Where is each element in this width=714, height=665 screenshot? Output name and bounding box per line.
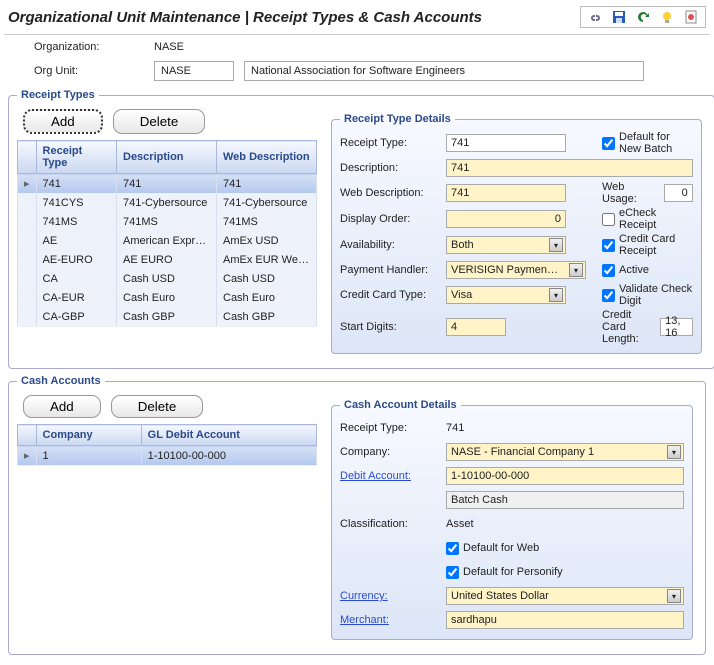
chevron-down-icon: ▾ (569, 263, 583, 277)
active-checkbox[interactable] (602, 264, 615, 277)
lbl-description: Description: (340, 162, 440, 174)
currency-select[interactable]: United States Dollar▾ (446, 587, 684, 605)
start-digits-field[interactable]: 4 (446, 318, 506, 336)
table-row[interactable]: 741MS741MS741MS (18, 213, 317, 232)
save-icon[interactable] (611, 9, 627, 25)
table-row[interactable]: CACash USDCash USD (18, 270, 317, 289)
default-new-batch-checkbox[interactable] (602, 137, 615, 150)
table-row[interactable]: CA-GBPCash GBPCash GBP (18, 308, 317, 327)
lbl-start-digits: Start Digits: (340, 321, 440, 333)
ca-company-select[interactable]: NASE - Financial Company 1▾ (446, 443, 684, 461)
cash-accounts-left: Add Delete Company GL Debit Account ▸11-… (17, 393, 317, 646)
col-gl-debit[interactable]: GL Debit Account (141, 425, 316, 446)
chevron-down-icon: ▾ (549, 238, 563, 252)
org-unit-name-input[interactable]: National Association for Software Engine… (244, 61, 644, 81)
lbl-web-description: Web Description: (340, 187, 440, 199)
batch-cash-field: Batch Cash (446, 491, 684, 509)
receipt-type-details-panel: Receipt Type Details Receipt Type: 741 D… (331, 113, 702, 354)
web-description-field[interactable]: 741 (446, 184, 566, 202)
title-bar: Organizational Unit Maintenance | Receip… (4, 4, 710, 35)
description-field[interactable]: 741 (446, 159, 693, 177)
receipt-types-grid[interactable]: Receipt Type Description Web Description… (17, 140, 317, 327)
cash-accounts-buttonbar: Add Delete (17, 393, 317, 424)
org-unit-label: Org Unit: (34, 65, 144, 77)
lbl-debit-account[interactable]: Debit Account: (340, 470, 440, 482)
payment-handler-select[interactable]: VERISIGN Payment Handle▾ (446, 261, 586, 279)
lbl-display-order: Display Order: (340, 213, 440, 225)
page-toolbar (580, 6, 706, 28)
page-title: Organizational Unit Maintenance | Receip… (8, 9, 482, 26)
table-row[interactable]: 741CYS741-Cybersource741-Cybersource (18, 194, 317, 213)
merchant-field[interactable]: sardhapu (446, 611, 684, 629)
receipt-types-left: Add Delete Receipt Type Description Web … (17, 107, 317, 360)
add-cash-account-button[interactable]: Add (23, 395, 101, 418)
table-row[interactable]: ▸11-10100-00-000 (18, 446, 317, 466)
organization-value: NASE (154, 41, 184, 53)
cash-account-details-panel: Cash Account Details Receipt Type: 741 C… (331, 399, 693, 640)
table-row[interactable]: AEAmerican ExpressAmEx USD (18, 232, 317, 251)
delete-cash-account-button[interactable]: Delete (111, 395, 204, 418)
lbl-web-usage: Web Usage: (602, 181, 660, 205)
receipt-type-details-legend: Receipt Type Details (340, 113, 455, 125)
receipt-types-buttonbar: Add Delete (17, 107, 317, 140)
web-usage-field[interactable]: 0 (664, 184, 693, 202)
credit-card-receipt-checkbox[interactable] (602, 239, 615, 252)
org-unit-row: Org Unit: NASE National Association for … (4, 55, 710, 83)
cash-accounts-panel: Cash Accounts Add Delete Company GL Debi… (8, 375, 706, 655)
col-company[interactable]: Company (36, 425, 141, 446)
cash-account-details-legend: Cash Account Details (340, 399, 461, 411)
lbl-credit-card-type: Credit Card Type: (340, 289, 440, 301)
classification-value: Asset (446, 518, 684, 530)
cash-accounts-grid[interactable]: Company GL Debit Account ▸11-10100-00-00… (17, 424, 317, 466)
table-row[interactable]: ▸741741741 (18, 174, 317, 194)
lbl-classification: Classification: (340, 518, 440, 530)
ca-receipt-type-value: 741 (446, 422, 684, 434)
table-row[interactable]: CA-EURCash EuroCash Euro (18, 289, 317, 308)
chevron-down-icon: ▾ (549, 288, 563, 302)
col-receipt-type[interactable]: Receipt Type (36, 141, 116, 174)
lightbulb-icon[interactable] (659, 9, 675, 25)
credit-card-type-select[interactable]: Visa▾ (446, 286, 566, 304)
organization-label: Organization: (34, 41, 144, 53)
debit-account-field[interactable]: 1-10100-00-000 (446, 467, 684, 485)
refresh-icon[interactable] (635, 9, 651, 25)
lbl-availability: Availability: (340, 239, 440, 251)
receipt-type-field[interactable]: 741 (446, 134, 566, 152)
cash-accounts-legend: Cash Accounts (17, 375, 105, 387)
table-row[interactable]: AE-EUROAE EUROAmEx EUR Web (V (18, 251, 317, 270)
lbl-ca-company: Company: (340, 446, 440, 458)
chevron-down-icon: ▾ (667, 445, 681, 459)
default-personify-checkbox[interactable] (446, 566, 459, 579)
availability-select[interactable]: Both▾ (446, 236, 566, 254)
chevron-down-icon: ▾ (667, 589, 681, 603)
default-web-checkbox[interactable] (446, 542, 459, 555)
lbl-currency[interactable]: Currency: (340, 590, 440, 602)
lbl-ca-receipt-type: Receipt Type: (340, 422, 440, 434)
link-icon[interactable] (587, 9, 603, 25)
organization-row: Organization: NASE (4, 35, 710, 55)
cc-length-field[interactable]: 13, 16 (660, 318, 693, 336)
org-unit-code-input[interactable]: NASE (154, 61, 234, 81)
display-order-field[interactable]: 0 (446, 210, 566, 228)
receipt-types-panel: Receipt Types Add Delete Receipt Type De… (8, 89, 714, 369)
validate-check-digit-checkbox[interactable] (602, 289, 615, 302)
echeck-checkbox[interactable] (602, 213, 615, 226)
report-icon[interactable] (683, 9, 699, 25)
lbl-merchant[interactable]: Merchant: (340, 614, 440, 626)
receipt-types-legend: Receipt Types (17, 89, 99, 101)
lbl-receipt-type: Receipt Type: (340, 137, 440, 149)
delete-receipt-type-button[interactable]: Delete (113, 109, 206, 134)
add-receipt-type-button[interactable]: Add (23, 109, 103, 134)
col-web-description[interactable]: Web Description (217, 141, 317, 174)
lbl-cc-length: Credit Card Length: (602, 309, 656, 345)
lbl-payment-handler: Payment Handler: (340, 264, 440, 276)
col-description[interactable]: Description (117, 141, 217, 174)
